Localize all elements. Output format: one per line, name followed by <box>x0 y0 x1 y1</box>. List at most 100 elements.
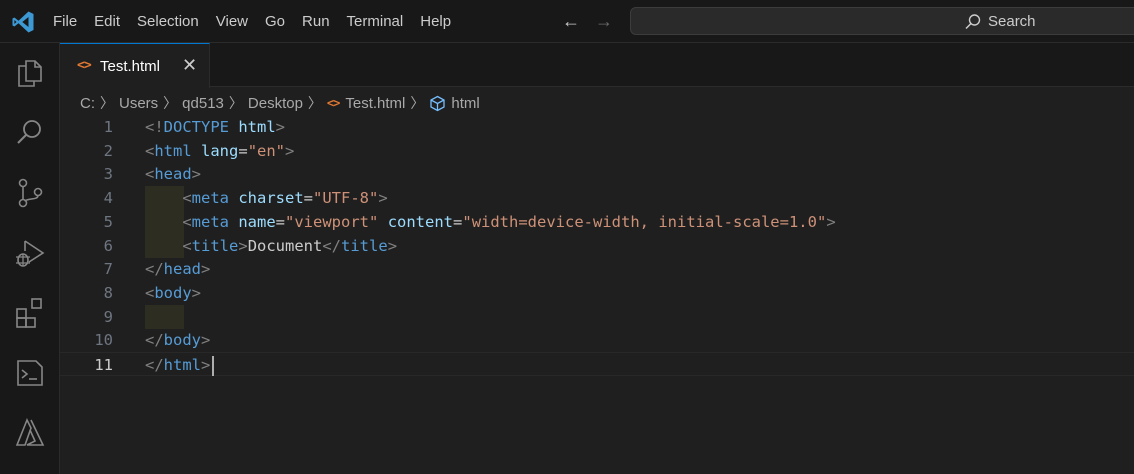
menu-selection[interactable]: Selection <box>129 9 207 34</box>
code-token: meta <box>191 189 229 208</box>
forward-arrow-icon[interactable]: → <box>595 11 613 32</box>
code-line[interactable]: 1 <!DOCTYPE html> <box>60 115 1134 139</box>
code-text: <meta name="viewport" content="width=dev… <box>145 210 836 234</box>
code-token: < <box>182 236 192 255</box>
breadcrumb-drive[interactable]: C: <box>80 95 95 112</box>
code-line[interactable]: 5 <meta name="viewport" content="width=d… <box>60 209 1134 234</box>
line-number: 6 <box>103 236 113 255</box>
code-editor[interactable]: 1 <!DOCTYPE html> 2 <html lang="en"> 3 <head>… <box>60 115 1134 474</box>
tab-label: Test.html <box>100 58 161 75</box>
code-token: "viewport" <box>285 212 379 231</box>
run-debug-icon[interactable] <box>13 236 47 270</box>
code-line[interactable]: 7 </head> <box>60 257 1134 281</box>
code-token: head <box>154 165 192 184</box>
code-token: charset <box>238 189 304 208</box>
breadcrumb: C: 〉 Users 〉 qd513 〉 Desktop 〉 <> Test.h… <box>80 92 480 114</box>
azure-icon[interactable] <box>13 416 47 450</box>
menu-edit[interactable]: Edit <box>86 9 128 34</box>
breadcrumb-user[interactable]: qd513 <box>182 95 224 112</box>
menu-run[interactable]: Run <box>294 9 338 34</box>
code-token: = <box>238 141 248 160</box>
menu-view[interactable]: View <box>208 9 256 34</box>
code-token: DOCTYPE <box>163 118 229 136</box>
code-token: < <box>182 189 192 208</box>
code-line[interactable]: 8 <body> <box>60 281 1134 305</box>
line-number: 9 <box>103 307 113 326</box>
code-token: = <box>303 189 314 208</box>
chevron-right-icon: 〉 <box>410 95 425 111</box>
code-text: <html lang="en"> <box>145 139 294 163</box>
code-text: <!DOCTYPE html> <box>145 115 285 139</box>
menu-file[interactable]: File <box>45 9 85 34</box>
terminal-icon[interactable] <box>13 356 47 390</box>
code-line[interactable]: 9 <box>60 304 1134 329</box>
html-file-icon: <> <box>77 58 92 73</box>
symbol-cube-icon <box>430 95 446 111</box>
breadcrumb-users[interactable]: Users <box>119 95 158 112</box>
code-token: html <box>154 141 192 160</box>
code-line[interactable]: 3 <head> <box>60 162 1134 186</box>
code-token: > <box>826 212 836 231</box>
code-token: > <box>191 283 202 302</box>
code-token: < <box>145 283 155 302</box>
code-token: body <box>154 283 192 302</box>
code-text: <head> <box>145 162 201 186</box>
code-token: < <box>145 165 155 184</box>
code-line[interactable]: 10 </body> <box>60 328 1134 352</box>
code-token: > <box>387 236 398 255</box>
code-token: < <box>182 212 192 231</box>
code-text: <body> <box>145 281 201 305</box>
extensions-icon[interactable] <box>13 296 47 330</box>
code-token: = <box>275 212 286 231</box>
code-line[interactable]: 2 <html lang="en"> <box>60 139 1134 163</box>
tab-test-html[interactable]: <> Test.html ✕ <box>60 43 210 88</box>
indent-highlight <box>145 304 184 329</box>
chevron-right-icon: 〉 <box>100 95 114 111</box>
line-number: 10 <box>94 331 113 350</box>
code-token: </ <box>322 236 342 255</box>
menu-terminal[interactable]: Terminal <box>339 9 412 34</box>
text-cursor <box>212 355 215 376</box>
code-token: > <box>201 260 211 279</box>
code-text: </head> <box>145 257 210 281</box>
close-icon[interactable]: ✕ <box>182 55 197 76</box>
line-number: 1 <box>103 118 113 136</box>
code-token: </ <box>145 331 164 350</box>
line-number: 3 <box>103 165 113 184</box>
code-token: meta <box>191 212 229 231</box>
command-center-search[interactable]: Search <box>630 7 1134 35</box>
html-file-icon: <> <box>326 96 340 110</box>
code-text: </body> <box>145 328 210 352</box>
code-line[interactable]: 6 <title>Document</title> <box>60 233 1134 258</box>
code-token: = <box>453 212 463 231</box>
breadcrumb-file[interactable]: Test.html <box>345 95 405 112</box>
menu-help[interactable]: Help <box>412 9 459 34</box>
code-token: > <box>191 165 202 184</box>
code-line[interactable]: 4 <meta charset="UTF-8"> <box>60 186 1134 211</box>
vscode-logo-icon[interactable] <box>11 10 35 34</box>
back-arrow-icon[interactable]: ← <box>562 11 580 32</box>
breadcrumb-folder[interactable]: Desktop <box>248 95 303 112</box>
menu-go[interactable]: Go <box>257 9 293 34</box>
code-token: body <box>163 331 201 350</box>
code-text: <title>Document</title> <box>145 234 397 258</box>
code-token: > <box>275 118 286 136</box>
title-bar: File Edit Selection View Go Run Terminal… <box>0 0 1134 43</box>
search-view-icon[interactable] <box>13 116 47 150</box>
code-token: html <box>163 356 201 374</box>
source-control-icon[interactable] <box>13 176 47 210</box>
code-token: </ <box>145 260 164 279</box>
breadcrumb-symbol[interactable]: html <box>451 95 479 112</box>
code-line[interactable]: 11 </html> <box>60 352 1134 376</box>
code-token: < <box>145 141 155 160</box>
code-token: > <box>201 356 211 374</box>
chevron-right-icon: 〉 <box>228 95 243 111</box>
code-token: html <box>238 118 276 136</box>
code-token: > <box>378 189 388 208</box>
explorer-icon[interactable] <box>13 56 47 90</box>
